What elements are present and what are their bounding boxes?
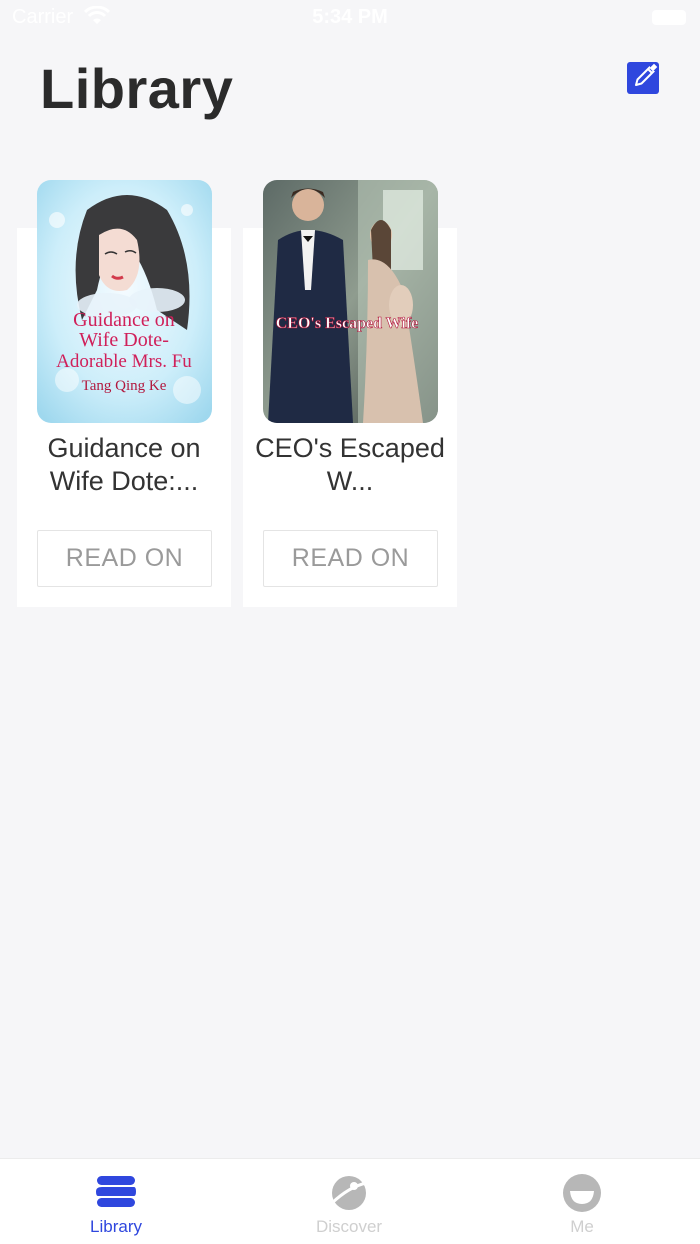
book-title[interactable]: Guidance on Wife Dote:... — [17, 432, 231, 498]
cover-text-line: Guidance on — [73, 309, 175, 331]
tab-label: Me — [570, 1217, 594, 1236]
tab-library[interactable]: Library — [46, 1159, 186, 1244]
cover-text-line: Wife Dote- — [79, 329, 169, 351]
planet-icon — [330, 1176, 367, 1210]
book-cover-art: CEO's Escaped Wife — [263, 180, 438, 423]
status-bar: Carrier 5:34 PM — [0, 0, 700, 36]
book-cover-art: Guidance on Wife Dote- Adorable Mrs. Fu … — [37, 180, 212, 423]
smiley-face-icon — [563, 1174, 601, 1212]
status-time: 5:34 PM — [312, 6, 388, 28]
library-stack-icon — [96, 1176, 136, 1207]
battery-icon — [652, 10, 686, 25]
pencil-square-icon — [627, 62, 659, 94]
book-title[interactable]: CEO's Escaped W... — [243, 432, 457, 498]
edit-button[interactable] — [626, 59, 662, 95]
cover-text: CEO's Escaped Wife — [276, 315, 419, 332]
tab-me[interactable]: Me — [512, 1159, 652, 1244]
tab-label: Library — [90, 1217, 142, 1236]
cover-text-line: Adorable Mrs. Fu — [56, 351, 192, 372]
tab-bar: Library Discover Me — [0, 1158, 700, 1244]
read-on-button[interactable]: READ ON — [37, 530, 212, 587]
book-cover[interactable]: CEO's Escaped Wife — [263, 180, 438, 423]
tab-label: Discover — [315, 1217, 383, 1236]
page-title: Library — [40, 57, 234, 120]
tab-discover[interactable]: Discover — [279, 1159, 419, 1244]
cover-author: Tang Qing Ke — [82, 378, 167, 394]
book-cover[interactable]: Guidance on Wife Dote- Adorable Mrs. Fu … — [37, 180, 212, 423]
read-on-button[interactable]: READ ON — [263, 530, 438, 587]
